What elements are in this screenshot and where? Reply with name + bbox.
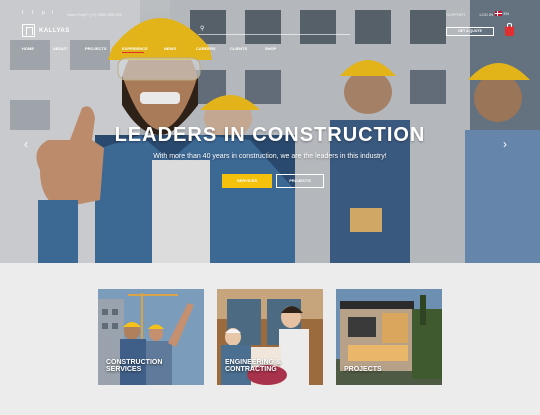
hero-title: LEADERS IN CONSTRUCTION <box>114 124 426 146</box>
top-links: SUPPORT LOG IN <box>446 12 493 17</box>
projects-button[interactable]: PROJECTS <box>276 174 324 188</box>
cart-icon[interactable] <box>505 23 514 36</box>
service-cards: CONSTRUCTION SERVICES ENGINEERING & CONT… <box>98 289 442 385</box>
card-label: CONSTRUCTION SERVICES <box>106 359 163 373</box>
card-projects[interactable]: PROJECTS <box>336 289 442 385</box>
search-bar[interactable]: ⚲ <box>198 25 350 35</box>
main-nav: HOME ABOUT PROJECTS EXPERIENCE NEWS CARE… <box>22 46 276 51</box>
contact-info: Need Help? (+1) 0000 000 000 <box>67 12 123 17</box>
get-a-quote-button[interactable]: GET A QUOTE <box>446 27 494 36</box>
top-bar: f t p i Need Help? (+1) 0000 000 000 SUP… <box>22 10 518 20</box>
language-selector[interactable]: EN <box>503 11 509 16</box>
nav-item-careers[interactable]: CAREERS <box>196 46 230 51</box>
logo-text: KALLYAS <box>39 27 70 34</box>
site-logo[interactable]: KALLYAS <box>22 24 70 37</box>
nav-item-home[interactable]: HOME <box>22 46 53 51</box>
nav-active-indicator <box>122 52 144 53</box>
logo-mark-icon <box>22 24 35 37</box>
card-construction-services[interactable]: CONSTRUCTION SERVICES <box>98 289 204 385</box>
nav-item-shop[interactable]: SHOP <box>265 46 276 51</box>
nav-item-news[interactable]: NEWS <box>164 46 196 51</box>
card-label: PROJECTS <box>344 366 382 373</box>
card-label: ENGINEERING & CONTRACTING <box>225 359 282 373</box>
instagram-icon[interactable]: i <box>52 11 57 16</box>
twitter-icon[interactable]: t <box>32 11 37 16</box>
login-link[interactable]: LOG IN <box>479 12 493 17</box>
support-link[interactable]: SUPPORT <box>446 12 465 17</box>
search-icon[interactable]: ⚲ <box>200 25 204 32</box>
nav-item-projects[interactable]: PROJECTS <box>85 46 122 51</box>
pinterest-icon[interactable]: p <box>42 11 47 16</box>
social-links: f t p i <box>22 11 57 16</box>
nav-item-clients[interactable]: CLIENTS <box>230 46 265 51</box>
services-button[interactable]: SERVICES <box>222 174 272 188</box>
hero-subtitle: With more than 40 years in construction,… <box>153 153 387 160</box>
language-flag-icon[interactable] <box>495 11 502 16</box>
nav-item-about[interactable]: ABOUT <box>53 46 85 51</box>
facebook-icon[interactable]: f <box>22 11 27 16</box>
hero-banner: f t p i Need Help? (+1) 0000 000 000 SUP… <box>0 0 540 263</box>
nav-item-experience[interactable]: EXPERIENCE <box>122 46 164 51</box>
card-engineering-contracting[interactable]: ENGINEERING & CONTRACTING <box>217 289 323 385</box>
